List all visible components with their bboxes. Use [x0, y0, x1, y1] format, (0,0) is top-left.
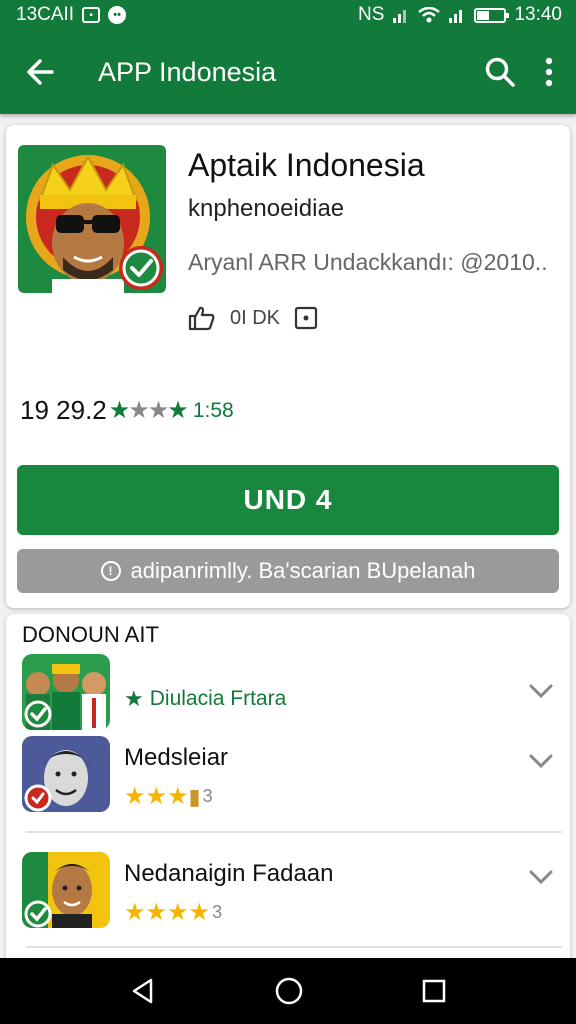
thumb-icon [188, 306, 215, 331]
app-bar: APP Indonesia [0, 30, 576, 114]
app-developer[interactable]: knphenoeidiae [188, 195, 344, 223]
navigation-bar [0, 958, 576, 1024]
chevron-down-icon[interactable] [526, 746, 556, 776]
related-apps-card: DONOUN AIT ★ Diulacia Frtara Medsleiar ★… [6, 614, 570, 959]
chevron-down-icon[interactable] [526, 676, 556, 706]
notice-button[interactable]: ! adipanrimlly. Ba'scarian BUpelanah [17, 549, 559, 593]
chevron-down-icon[interactable] [526, 862, 556, 892]
section-header: DONOUN AIT [22, 622, 159, 647]
app-bar-title: APP Indonesia [98, 56, 277, 87]
signal-icon [393, 10, 407, 23]
app-icon[interactable] [18, 145, 166, 293]
search-icon[interactable] [484, 56, 516, 88]
wifi-icon [418, 7, 441, 23]
item-subtitle-text: Diulacia Frtara [149, 687, 287, 710]
item-stars: ★★★★ [124, 899, 211, 926]
item-title: Nedanaigin Fadaan [124, 860, 334, 887]
star-icon: ★ [124, 686, 144, 711]
item-rating: ★★★★ 3 [124, 898, 222, 927]
more-vert-icon[interactable] [544, 56, 554, 88]
install-button[interactable]: UND 4 [17, 465, 559, 535]
status-time: 13:40 [514, 4, 562, 25]
list-item[interactable]: ★ Diulacia Frtara [6, 650, 570, 730]
app-stats: 0I DK [188, 305, 318, 331]
item-title: Medsleiar [124, 744, 229, 771]
half-star-icon: ▮ [188, 783, 201, 809]
status-left-text: 13CAII [16, 4, 75, 25]
back-triangle-icon[interactable] [129, 977, 157, 1005]
app-name: Aptaik Indonesia [188, 147, 425, 183]
item-count: 3 [212, 902, 223, 922]
rating-value: 19 29.2 [20, 395, 107, 425]
app-icon [22, 852, 110, 928]
item-rating: ★★★ ▮ 3 [124, 782, 213, 811]
stats-text: 0I DK [230, 306, 281, 329]
battery-icon [474, 7, 510, 23]
app-icon [22, 736, 110, 812]
notice-label: adipanrimlly. Ba'scarian BUpelanah [130, 558, 476, 583]
item-stars: ★★★ [124, 783, 189, 810]
face-icon: •• [108, 6, 127, 24]
app-icon [22, 654, 110, 730]
item-count: 3 [202, 786, 213, 806]
content-rating-icon [294, 306, 318, 330]
rating-row: 19 29.2 ★★★★ 1:58 [20, 395, 234, 426]
back-arrow-icon[interactable] [0, 57, 80, 87]
image-icon: ▪ [82, 7, 101, 23]
list-item[interactable]: Medsleiar ★★★ ▮ 3 [6, 732, 570, 832]
network-text: NS [358, 4, 385, 25]
home-circle-icon[interactable] [274, 976, 304, 1006]
app-detail-card: Aptaik Indonesia knphenoeidiae Aryanl AR… [6, 125, 570, 608]
divider [26, 831, 562, 833]
item-subtitle: ★ Diulacia Frtara [124, 686, 286, 712]
rating-text: 1:58 [192, 398, 234, 422]
status-bar: 13CAII ▪ •• NS 13:40 [0, 0, 576, 30]
app-meta: Aryanl ARR Undackkandı: @2010.. [188, 249, 548, 275]
divider [26, 946, 562, 948]
signal-icon [449, 10, 463, 23]
recents-square-icon[interactable] [421, 978, 447, 1004]
rating-stars: ★★★★ [108, 397, 189, 424]
info-icon: ! [100, 561, 121, 581]
list-item[interactable]: Nedanaigin Fadaan ★★★★ 3 [6, 848, 570, 948]
